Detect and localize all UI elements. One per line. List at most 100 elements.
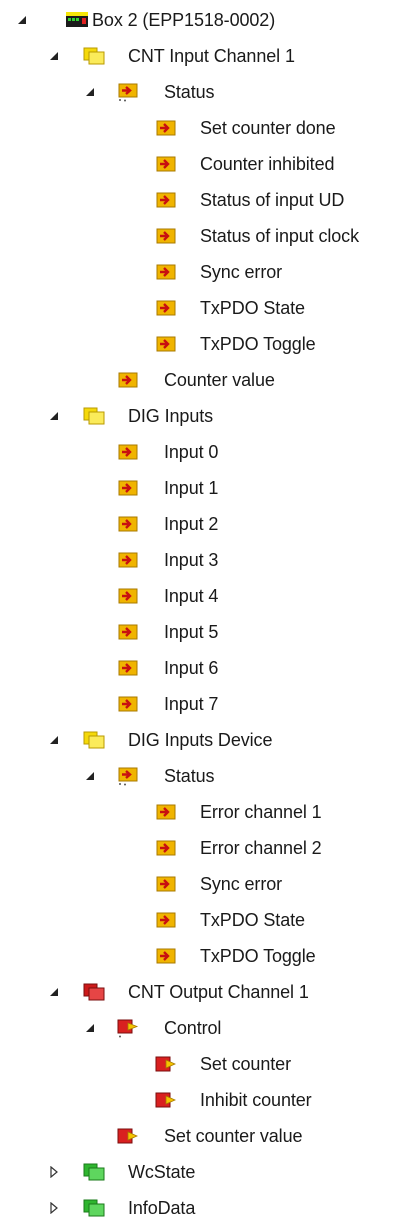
tree-node[interactable]: TxPDO State: [0, 292, 417, 324]
tree-node-label: WcState: [128, 1162, 196, 1182]
tree-node-label: TxPDO Toggle: [200, 334, 316, 354]
tree-node[interactable]: Input 4: [0, 580, 417, 612]
tree-node-label: Counter value: [164, 370, 275, 390]
tree-node[interactable]: Set counter done: [0, 112, 417, 144]
expand-collapse-toggle-expanded-icon[interactable]: [48, 734, 60, 746]
tree-node-label: Set counter value: [164, 1126, 303, 1146]
tree-view: Box 2 (EPP1518-0002) CNT Input Channel 1 S…: [0, 0, 417, 1220]
tree-node-label: DIG Inputs: [128, 406, 214, 426]
tree-node[interactable]: TxPDO Toggle: [0, 328, 417, 360]
input-variable-icon: [154, 118, 178, 138]
input-variable-icon: [154, 838, 178, 858]
input-variable-icon: [116, 442, 140, 462]
input-variable-icon: [116, 370, 140, 390]
input-variable-icon: [116, 550, 140, 570]
tree-node-label: Error channel 2: [200, 838, 322, 858]
tree-node-label: Input 0: [164, 442, 219, 462]
expand-collapse-toggle-expanded-icon[interactable]: [48, 410, 60, 422]
tree-node[interactable]: CNT Input Channel 1: [0, 40, 417, 72]
tree-node-label: Counter inhibited: [200, 154, 335, 174]
tree-node-label: Input 4: [164, 586, 219, 606]
tree-node-label: Sync error: [200, 874, 283, 894]
tree-node-label: Input 2: [164, 514, 219, 534]
tree-node[interactable]: InfoData: [0, 1192, 417, 1224]
tree-node[interactable]: DIG Inputs Device: [0, 724, 417, 756]
folder-yellow-icon: [82, 730, 106, 750]
expand-collapse-toggle-collapsed-icon[interactable]: [48, 1202, 60, 1214]
tree-node[interactable]: Set counter value: [0, 1120, 417, 1152]
tree-node-label: Input 7: [164, 694, 219, 714]
input-variable-group-icon: [116, 82, 140, 102]
input-variable-icon: [154, 910, 178, 930]
tree-node[interactable]: Input 3: [0, 544, 417, 576]
tree-node[interactable]: Status: [0, 760, 417, 792]
tree-node-label: Control: [164, 1018, 222, 1038]
tree-node-label: InfoData: [128, 1198, 196, 1218]
tree-node[interactable]: Sync error: [0, 256, 417, 288]
tree-node-label: Status of input UD: [200, 190, 345, 210]
tree-node-label: Input 3: [164, 550, 219, 570]
folder-green-icon: [82, 1162, 106, 1182]
folder-green-icon: [82, 1198, 106, 1218]
tree-node[interactable]: Input 7: [0, 688, 417, 720]
input-variable-icon: [154, 226, 178, 246]
input-variable-icon: [154, 190, 178, 210]
tree-node-label: TxPDO State: [200, 910, 305, 930]
expand-collapse-toggle-expanded-icon[interactable]: [48, 50, 60, 62]
expand-collapse-toggle-collapsed-icon[interactable]: [48, 1166, 60, 1178]
tree-node-label: TxPDO Toggle: [200, 946, 316, 966]
tree-node[interactable]: Status of input UD: [0, 184, 417, 216]
tree-node[interactable]: Status: [0, 76, 417, 108]
input-variable-icon: [154, 298, 178, 318]
tree-node-label: Input 5: [164, 622, 219, 642]
tree-node[interactable]: TxPDO State: [0, 904, 417, 936]
output-variable-icon: [116, 1126, 140, 1146]
tree-node[interactable]: Sync error: [0, 868, 417, 900]
tree-node-label: Input 1: [164, 478, 219, 498]
tree-node[interactable]: Input 2: [0, 508, 417, 540]
expand-collapse-toggle-expanded-icon[interactable]: [84, 1022, 96, 1034]
tree-node[interactable]: TxPDO Toggle: [0, 940, 417, 972]
tree-node[interactable]: DIG Inputs: [0, 400, 417, 432]
tree-node-label: CNT Output Channel 1: [128, 982, 309, 1002]
tree-node-label: Set counter: [200, 1054, 291, 1074]
tree-node[interactable]: Inhibit counter: [0, 1084, 417, 1116]
tree-node-label: Set counter done: [200, 118, 336, 138]
tree-node[interactable]: Counter inhibited: [0, 148, 417, 180]
tree-node-label: Input 6: [164, 658, 219, 678]
tree-node-label: Status of input clock: [200, 226, 359, 246]
input-variable-icon: [154, 262, 178, 282]
input-variable-icon: [116, 658, 140, 678]
tree-node[interactable]: Error channel 2: [0, 832, 417, 864]
tree-node[interactable]: Error channel 1: [0, 796, 417, 828]
tree-node[interactable]: Set counter: [0, 1048, 417, 1080]
input-variable-icon: [154, 802, 178, 822]
tree-node-label: Status: [164, 82, 215, 102]
tree-node[interactable]: Input 1: [0, 472, 417, 504]
tree-node-label: Inhibit counter: [200, 1090, 312, 1110]
folder-yellow-icon: [82, 46, 106, 66]
tree-node[interactable]: Control: [0, 1012, 417, 1044]
tree-node[interactable]: Input 0: [0, 436, 417, 468]
input-variable-icon: [116, 622, 140, 642]
tree-node[interactable]: Box 2 (EPP1518-0002): [0, 4, 417, 36]
tree-node-label: Box 2 (EPP1518-0002): [92, 10, 276, 30]
tree-node[interactable]: Input 6: [0, 652, 417, 684]
expand-collapse-toggle-expanded-icon[interactable]: [84, 86, 96, 98]
input-variable-icon: [154, 874, 178, 894]
input-variable-group-icon: [116, 766, 140, 786]
tree-node[interactable]: Counter value: [0, 364, 417, 396]
tree-node[interactable]: CNT Output Channel 1: [0, 976, 417, 1008]
expand-collapse-toggle-expanded-icon[interactable]: [84, 770, 96, 782]
expand-collapse-toggle-expanded-icon[interactable]: [16, 14, 28, 26]
tree-node[interactable]: WcState: [0, 1156, 417, 1188]
folder-red-icon: [82, 982, 106, 1002]
input-variable-icon: [116, 514, 140, 534]
device-box-icon: [65, 10, 89, 30]
tree-node-label: Sync error: [200, 262, 283, 282]
tree-node[interactable]: Status of input clock: [0, 220, 417, 252]
tree-node-label: TxPDO State: [200, 298, 305, 318]
expand-collapse-toggle-expanded-icon[interactable]: [48, 986, 60, 998]
input-variable-icon: [154, 946, 178, 966]
tree-node[interactable]: Input 5: [0, 616, 417, 648]
